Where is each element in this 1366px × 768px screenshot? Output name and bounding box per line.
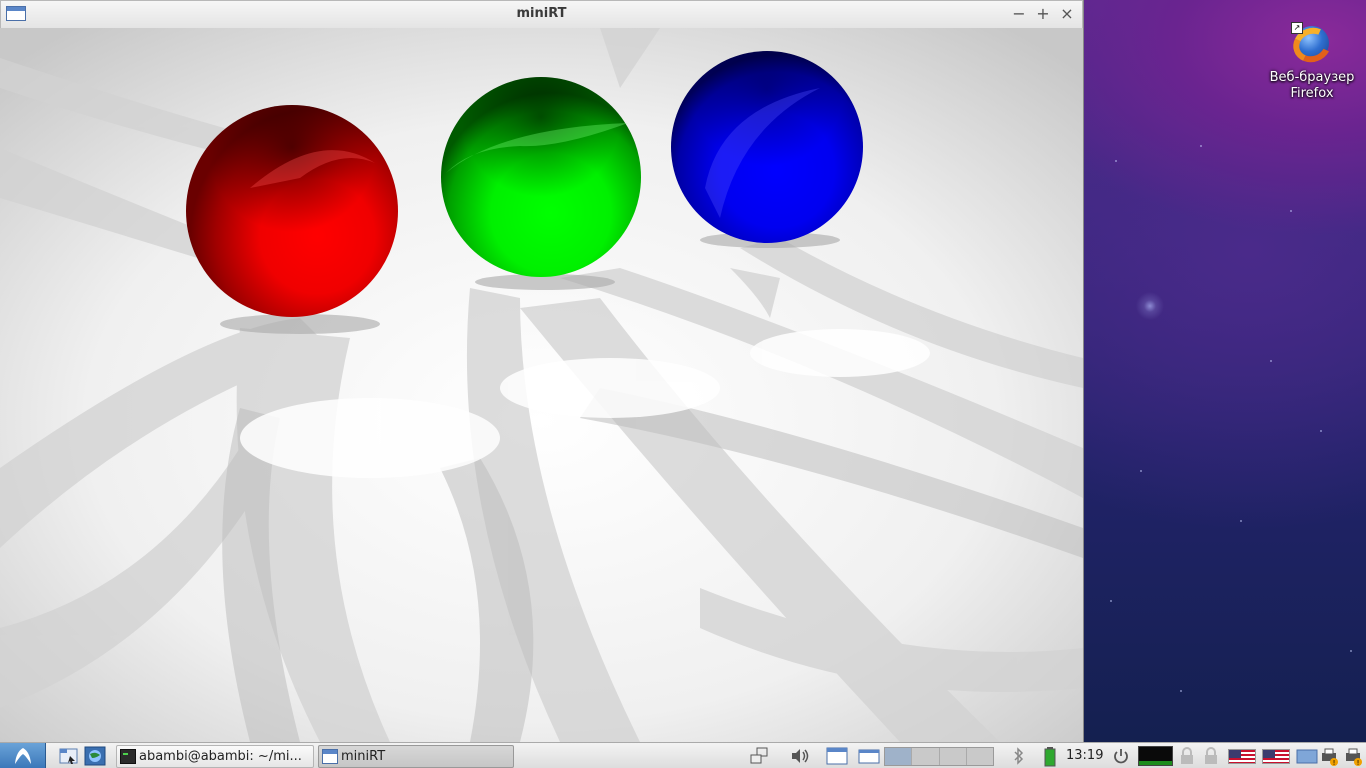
taskbar-item-label: miniRT bbox=[341, 749, 386, 764]
keyboard-layout-flag-icon-2[interactable] bbox=[1262, 749, 1290, 764]
web-browser-icon[interactable] bbox=[84, 746, 106, 766]
clock[interactable]: 13:19 bbox=[1066, 747, 1103, 768]
window-titlebar[interactable]: miniRT − + × bbox=[0, 0, 1083, 29]
maximize-button[interactable]: + bbox=[1033, 4, 1053, 24]
close-button[interactable]: × bbox=[1057, 4, 1077, 24]
bluetooth-icon[interactable] bbox=[1012, 747, 1026, 765]
taskbar: abambi@abambi: ~/mi... miniRT 13:19 ! ! bbox=[0, 742, 1366, 768]
power-icon[interactable] bbox=[1112, 747, 1130, 765]
red-sphere bbox=[186, 105, 398, 317]
show-windows-icon[interactable] bbox=[750, 747, 768, 765]
workspace-3[interactable] bbox=[939, 748, 967, 765]
minimize-button[interactable]: − bbox=[1009, 4, 1029, 24]
taskbar-item-terminal[interactable]: abambi@abambi: ~/mi... bbox=[116, 745, 314, 768]
lock-icon-1[interactable] bbox=[1178, 747, 1196, 765]
terminal-icon bbox=[120, 749, 136, 764]
taskbar-item-label: abambi@abambi: ~/mi... bbox=[139, 749, 302, 764]
taskbar-item-minirt[interactable]: miniRT bbox=[318, 745, 514, 768]
volume-icon[interactable] bbox=[790, 747, 812, 765]
cpu-monitor bbox=[1138, 746, 1173, 766]
window-title: miniRT bbox=[516, 6, 567, 21]
workspace-1[interactable] bbox=[885, 748, 913, 765]
start-menu-icon bbox=[15, 748, 31, 764]
printer-warning-icon[interactable]: ! bbox=[1320, 747, 1340, 767]
raytraced-scene bbox=[0, 28, 1083, 742]
minirt-window: miniRT − + × bbox=[0, 0, 1083, 742]
blue-sphere bbox=[671, 51, 863, 243]
desktop-icon[interactable] bbox=[858, 747, 880, 765]
network-icon[interactable] bbox=[1296, 747, 1318, 765]
battery-icon[interactable] bbox=[1044, 747, 1056, 767]
file-manager-icon[interactable] bbox=[58, 746, 80, 766]
update-warning-icon[interactable]: ! bbox=[1344, 747, 1364, 767]
start-menu-button[interactable] bbox=[0, 743, 46, 768]
workspace-4[interactable] bbox=[966, 748, 993, 765]
firefox-icon: ↗ bbox=[1288, 22, 1336, 68]
red-contact-shadow bbox=[220, 314, 380, 334]
window-list-icon[interactable] bbox=[826, 747, 848, 765]
workspace-2[interactable] bbox=[912, 748, 940, 765]
workspace-pager[interactable] bbox=[884, 747, 994, 766]
keyboard-layout-flag-icon[interactable] bbox=[1228, 749, 1256, 764]
desktop-icon-label: Веб-браузер bbox=[1269, 70, 1355, 85]
window-icon bbox=[322, 749, 338, 764]
desktop-icon-firefox[interactable]: ↗ Веб-браузер Firefox bbox=[1262, 22, 1362, 102]
green-sphere bbox=[441, 77, 641, 277]
lock-icon-2[interactable] bbox=[1202, 747, 1220, 765]
render-canvas[interactable] bbox=[0, 28, 1083, 742]
svg-text:!: ! bbox=[1333, 759, 1336, 767]
desktop-icon-label-2: Firefox bbox=[1290, 86, 1334, 101]
svg-text:!: ! bbox=[1357, 759, 1360, 767]
